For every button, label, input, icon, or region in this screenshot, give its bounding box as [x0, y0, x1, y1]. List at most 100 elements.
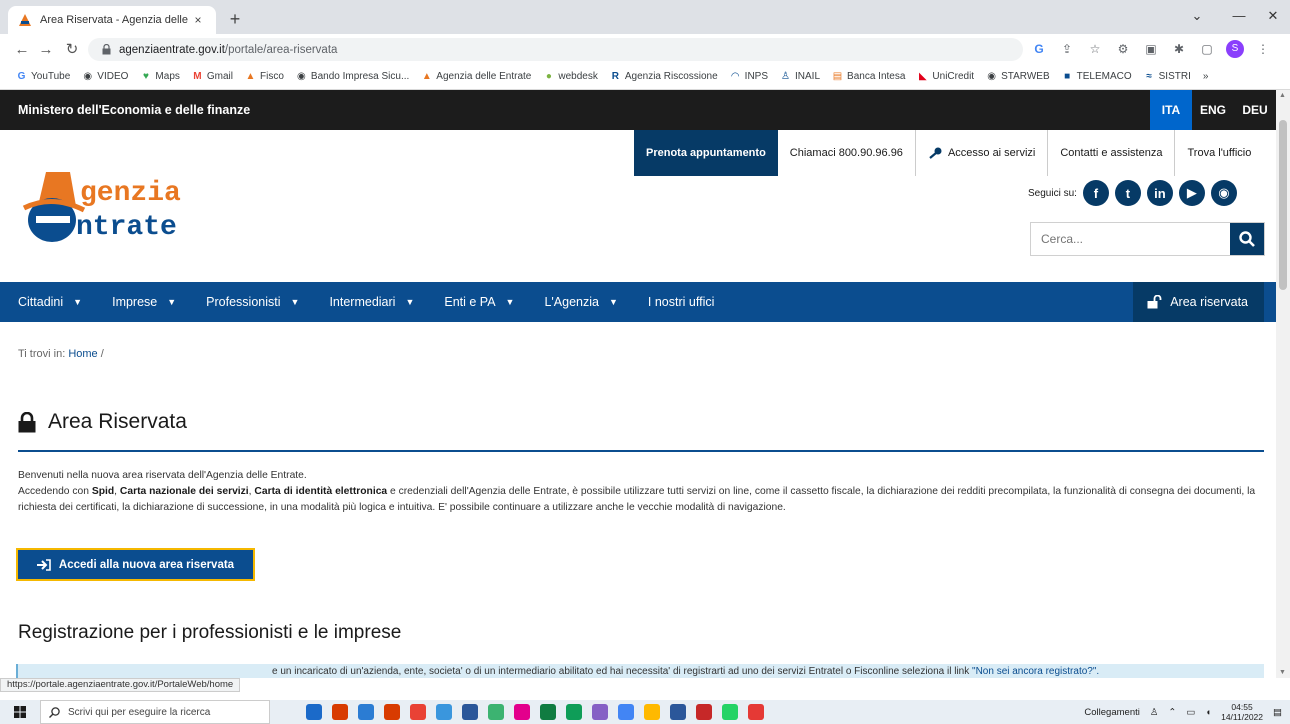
people-icon[interactable]: ♙ — [1150, 707, 1159, 718]
accesso-servizi-link[interactable]: Accesso ai servizi — [916, 130, 1049, 176]
taskbar-app-icon[interactable] — [540, 704, 556, 720]
agenzia-logo-icon: genzia ntrate — [22, 172, 181, 243]
taskbar-app-icon[interactable] — [332, 704, 348, 720]
breadcrumb-home-link[interactable]: Home — [68, 348, 97, 360]
nav-cittadini[interactable]: Cittadini ▼ — [0, 282, 94, 322]
scroll-down-icon[interactable]: ▼ — [1279, 669, 1286, 676]
taskbar-app-icon[interactable] — [644, 704, 660, 720]
bookmark-item[interactable]: M Gmail — [192, 71, 233, 82]
nav-uffici[interactable]: I nostri uffici — [630, 282, 726, 322]
taskbar-app-icon[interactable] — [618, 704, 634, 720]
bookmark-item[interactable]: ▲ Agenzia delle Entrate — [421, 71, 532, 82]
taskbar-app-icon[interactable] — [566, 704, 582, 720]
address-bar[interactable]: agenziaentrate.gov.it/portale/area-riser… — [88, 38, 1023, 61]
taskbar-app-icon[interactable] — [488, 704, 504, 720]
bookmark-item[interactable]: ◣ UniCredit — [917, 71, 974, 82]
registration-heading: Registrazione per i professionisti e le … — [18, 622, 402, 643]
bookmark-item[interactable]: ♙ INAIL — [780, 71, 820, 82]
taskbar-app-icon[interactable] — [670, 704, 686, 720]
bookmark-item[interactable]: G YouTube — [16, 71, 71, 82]
prenota-appuntamento-button[interactable]: Prenota appuntamento — [634, 130, 778, 176]
taskbar-app-icon[interactable] — [358, 704, 374, 720]
network-icon[interactable]: ▭ — [1186, 707, 1195, 718]
chiamaci-link[interactable]: Chiamaci 800.90.96.96 — [778, 130, 916, 176]
gmail-icon: M — [193, 71, 202, 82]
taskbar-app-icon[interactable] — [514, 704, 530, 720]
youtube-icon[interactable]: ▶ — [1178, 180, 1205, 206]
back-arrow-icon[interactable]: ← — [12, 40, 32, 60]
lang-ita[interactable]: ITA — [1150, 90, 1192, 130]
taskbar-app-icon[interactable] — [722, 704, 738, 720]
star-icon[interactable]: ☆ — [1086, 40, 1104, 58]
bookmark-item[interactable]: ▤ Banca Intesa — [832, 71, 906, 82]
minimize-icon[interactable]: — — [1222, 6, 1256, 26]
tray-chevron-icon[interactable]: ⌃ — [1168, 707, 1176, 718]
taskbar-app-icon[interactable] — [306, 704, 322, 720]
close-window-icon[interactable]: ✕ — [1256, 6, 1290, 26]
twitter-icon[interactable]: t — [1114, 180, 1141, 206]
bookmark-item[interactable]: ◉ Bando Impresa Sicu... — [296, 71, 409, 82]
windows-start-button[interactable] — [0, 700, 40, 724]
accedi-nuova-area-button[interactable]: Accedi alla nuova area riservata — [16, 548, 255, 581]
search-input[interactable] — [1031, 223, 1230, 255]
extension-icon-2[interactable]: ▣ — [1142, 40, 1160, 58]
bookmark-item[interactable]: ≈ SISTRI — [1144, 71, 1190, 82]
taskbar-app-icon[interactable] — [592, 704, 608, 720]
bookmark-item[interactable]: ◉ STARWEB — [986, 71, 1049, 82]
volume-icon[interactable]: ◖ — [1205, 707, 1211, 718]
share-icon[interactable]: ⇪ — [1058, 40, 1076, 58]
facebook-icon[interactable]: f — [1082, 180, 1109, 206]
sidepanel-icon[interactable]: ▢ — [1198, 40, 1216, 58]
agenzia-entrate-logo[interactable]: genzia ntrate — [18, 168, 258, 248]
nav-intermediari[interactable]: Intermediari ▼ — [311, 282, 426, 322]
taskbar-app-icon[interactable] — [462, 704, 478, 720]
browser-tab-active[interactable]: Area Riservata - Agenzia delle Fr × — [8, 6, 216, 34]
taskbar-app-icon[interactable] — [384, 704, 400, 720]
nav-imprese[interactable]: Imprese ▼ — [94, 282, 188, 322]
tab-close-icon[interactable]: × — [190, 13, 206, 27]
taskbar-search-input[interactable]: Scrivi qui per eseguire la ricerca — [40, 700, 270, 724]
nav-enti-pa[interactable]: Enti e PA ▼ — [426, 282, 526, 322]
search-icon — [49, 706, 60, 718]
scrollbar-thumb[interactable] — [1279, 120, 1287, 290]
taskbar-app-icon[interactable] — [410, 704, 426, 720]
links-toolbar[interactable]: Collegamenti — [1084, 707, 1139, 718]
caret-down-icon: ▼ — [608, 297, 618, 307]
taskbar-app-icon[interactable] — [436, 704, 452, 720]
page-scrollbar[interactable]: ▲ ▼ — [1276, 90, 1290, 678]
bookmark-item[interactable]: ♥ Maps — [140, 71, 180, 82]
scroll-up-icon[interactable]: ▲ — [1279, 92, 1286, 99]
new-tab-button[interactable]: + — [224, 8, 246, 30]
ministry-link[interactable]: Ministero dell'Economia e delle finanze — [18, 103, 250, 117]
bookmark-item[interactable]: ◠ INPS — [730, 71, 768, 82]
bookmark-item[interactable]: R Agenzia Riscossione — [610, 71, 718, 82]
non-registrato-link[interactable]: "Non sei ancora registrato?". — [972, 666, 1099, 677]
nav-area-riservata[interactable]: Area riservata — [1133, 282, 1264, 322]
lang-deu[interactable]: DEU — [1234, 90, 1276, 130]
google-icon[interactable]: G — [1030, 40, 1048, 58]
lang-eng[interactable]: ENG — [1192, 90, 1234, 130]
extension-icon[interactable]: ⚙ — [1114, 40, 1132, 58]
bookmarks-overflow[interactable]: » — [1203, 71, 1209, 82]
chevron-down-icon[interactable]: ⌄ — [1180, 6, 1214, 26]
bookmark-item[interactable]: ● webdesk — [543, 71, 598, 82]
linkedin-icon[interactable]: in — [1146, 180, 1173, 206]
forward-arrow-icon[interactable]: → — [36, 40, 56, 60]
rss-icon[interactable]: ◉ — [1210, 180, 1237, 206]
nav-agenzia[interactable]: L'Agenzia ▼ — [526, 282, 629, 322]
bookmark-item[interactable]: ▲ Fisco — [245, 71, 284, 82]
taskbar-app-icon[interactable] — [696, 704, 712, 720]
search-button[interactable] — [1230, 223, 1264, 255]
bookmark-item[interactable]: ■ TELEMACO — [1062, 71, 1132, 82]
nav-professionisti[interactable]: Professionisti ▼ — [188, 282, 311, 322]
profile-avatar-icon[interactable]: S — [1226, 40, 1244, 58]
bookmark-item[interactable]: ◉ VIDEO — [82, 71, 128, 82]
contatti-link[interactable]: Contatti e assistenza — [1048, 130, 1176, 176]
trova-ufficio-link[interactable]: Trova l'ufficio — [1175, 130, 1263, 176]
menu-dots-icon[interactable]: ⋮ — [1254, 40, 1272, 58]
notifications-icon[interactable]: ▤ — [1273, 707, 1282, 718]
puzzle-icon[interactable]: ✱ — [1170, 40, 1188, 58]
taskbar-app-icon[interactable] — [748, 704, 764, 720]
taskbar-clock[interactable]: 04:55 14/11/2022 — [1221, 702, 1263, 722]
reload-icon[interactable]: ↻ — [62, 40, 82, 60]
